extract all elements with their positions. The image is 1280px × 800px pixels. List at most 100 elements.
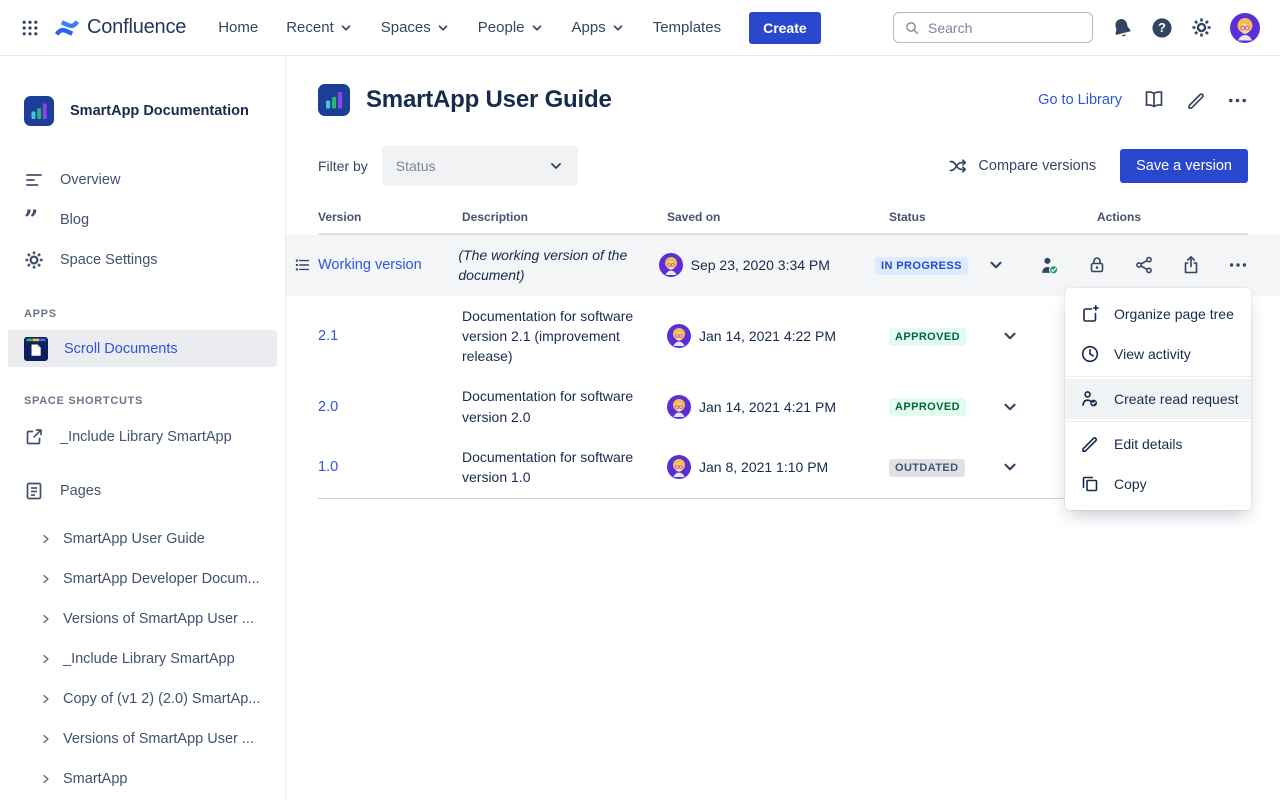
table-header-row: Version Description Saved on Status Acti…	[318, 204, 1248, 235]
chevron-down-icon	[530, 21, 544, 35]
expand-row-chevron[interactable]	[1001, 327, 1019, 345]
confluence-mark-icon	[54, 15, 80, 41]
column-header-version: Version	[318, 210, 462, 224]
chevron-right-icon[interactable]	[40, 613, 52, 625]
avatar	[659, 253, 683, 277]
saved-on-value: Sep 23, 2020 3:34 PM	[691, 257, 830, 273]
edit-pencil-icon[interactable]	[1186, 90, 1207, 111]
compare-versions-button[interactable]: Compare versions	[948, 156, 1096, 176]
menu-item-organize-page-tree[interactable]: Organize page tree	[1065, 294, 1251, 334]
chevron-down-icon	[548, 158, 564, 174]
tree-item[interactable]: SmartApp Developer Docum...	[0, 559, 285, 599]
space-header[interactable]: SmartApp Documentation	[0, 80, 285, 160]
sidebar-section-apps: APPS	[0, 280, 285, 330]
sidebar-item-scroll-documents[interactable]: Scroll Documents	[8, 330, 277, 367]
user-avatar[interactable]	[1230, 13, 1260, 43]
row-more-ellipsis-icon[interactable]	[1228, 255, 1248, 275]
page-title: SmartApp User Guide	[366, 86, 612, 114]
nav-recent[interactable]: Recent	[286, 19, 353, 36]
sidebar-item-blog[interactable]: ” Blog	[0, 200, 285, 240]
saved-on-value: Jan 14, 2021 4:21 PM	[699, 399, 836, 415]
tree-item[interactable]: SmartApp	[0, 759, 285, 799]
version-link[interactable]: Working version	[318, 257, 422, 273]
top-navigation-bar: Confluence Home Recent Spaces People App…	[0, 0, 1280, 56]
nav-spaces[interactable]: Spaces	[381, 19, 450, 36]
saved-on-value: Jan 8, 2021 1:10 PM	[699, 459, 828, 475]
topbar-right	[893, 12, 1260, 43]
chevron-down-icon	[611, 21, 625, 35]
version-link[interactable]: 2.1	[318, 328, 338, 344]
version-link[interactable]: 1.0	[318, 459, 338, 475]
create-button[interactable]: Create	[749, 12, 821, 44]
chevron-right-icon[interactable]	[40, 733, 52, 745]
help-icon[interactable]	[1151, 17, 1173, 39]
avatar	[667, 324, 691, 348]
chevron-right-icon[interactable]	[40, 693, 52, 705]
app-switcher-icon[interactable]	[14, 12, 46, 44]
pages-icon	[24, 481, 44, 501]
menu-item-copy[interactable]: Copy	[1065, 464, 1251, 504]
export-icon[interactable]	[1181, 255, 1201, 275]
working-version-icon	[294, 257, 311, 274]
chevron-down-icon	[436, 21, 450, 35]
search-box[interactable]	[893, 12, 1093, 43]
confluence-logo[interactable]: Confluence	[54, 15, 186, 41]
sidebar-item-space-settings[interactable]: Space Settings	[0, 240, 285, 280]
avatar	[667, 455, 691, 479]
menu-item-edit-details[interactable]: Edit details	[1065, 424, 1251, 464]
status-badge: IN PROGRESS	[875, 257, 968, 275]
settings-gear-icon[interactable]	[1191, 17, 1212, 38]
tree-item[interactable]: SmartApp User Guide	[0, 519, 285, 559]
main-content: SmartApp User Guide Go to Library Filter…	[286, 56, 1280, 800]
page-tree-icon	[1080, 304, 1100, 324]
status-filter-dropdown[interactable]: Status	[382, 146, 578, 186]
version-description: Documentation for software version 1.0	[462, 447, 667, 488]
overview-icon	[24, 170, 44, 190]
saved-on-value: Jan 14, 2021 4:22 PM	[699, 328, 836, 344]
search-input[interactable]	[928, 20, 1068, 36]
version-link[interactable]: 2.0	[318, 399, 338, 415]
space-logo-icon	[24, 96, 54, 126]
nav-people[interactable]: People	[478, 19, 544, 36]
expand-row-chevron[interactable]	[1001, 398, 1019, 416]
version-description: Documentation for software version 2.0	[462, 386, 667, 427]
column-header-description: Description	[462, 210, 667, 224]
tree-item[interactable]: Versions of SmartApp User ...	[0, 599, 285, 639]
scroll-documents-icon	[24, 337, 48, 361]
notifications-bell-icon[interactable]	[1111, 17, 1133, 39]
tree-item[interactable]: _Include Library SmartApp	[0, 639, 285, 679]
status-badge: APPROVED	[889, 328, 966, 346]
chevron-right-icon[interactable]	[40, 653, 52, 665]
tree-item[interactable]: Copy of (v1 2) (2.0) SmartAp...	[0, 679, 285, 719]
tree-item[interactable]: Versions of SmartApp User ...	[0, 719, 285, 759]
go-to-library-link[interactable]: Go to Library	[1038, 92, 1122, 108]
nav-home[interactable]: Home	[218, 19, 258, 36]
permissions-lock-icon[interactable]	[1087, 255, 1107, 275]
menu-item-create-read-request[interactable]: Create read request	[1065, 379, 1251, 419]
document-logo-icon	[318, 84, 350, 116]
pencil-icon	[1080, 434, 1100, 454]
sidebar-item-overview[interactable]: Overview	[0, 160, 285, 200]
sidebar-item-pages[interactable]: Pages	[0, 471, 285, 511]
clock-icon	[1080, 344, 1100, 364]
column-header-actions: Actions	[1051, 210, 1248, 224]
chevron-down-icon	[339, 21, 353, 35]
expand-row-chevron[interactable]	[1001, 458, 1019, 476]
read-request-icon[interactable]	[1039, 255, 1060, 276]
primary-nav: Home Recent Spaces People Apps Templates	[218, 19, 721, 36]
chevron-right-icon[interactable]	[40, 533, 52, 545]
menu-item-view-activity[interactable]: View activity	[1065, 334, 1251, 374]
nav-templates[interactable]: Templates	[653, 19, 721, 36]
quote-icon: ”	[24, 215, 44, 225]
sidebar-item-include-library[interactable]: _Include Library SmartApp	[0, 417, 285, 457]
compare-icon	[948, 156, 968, 176]
save-a-version-button[interactable]: Save a version	[1120, 149, 1248, 183]
nav-apps[interactable]: Apps	[572, 19, 625, 36]
avatar	[667, 395, 691, 419]
read-view-book-icon[interactable]	[1142, 88, 1166, 112]
share-icon[interactable]	[1134, 255, 1154, 275]
chevron-right-icon[interactable]	[40, 773, 52, 785]
expand-row-chevron[interactable]	[987, 256, 1005, 274]
chevron-right-icon[interactable]	[40, 573, 52, 585]
more-actions-ellipsis-icon[interactable]	[1227, 90, 1248, 111]
